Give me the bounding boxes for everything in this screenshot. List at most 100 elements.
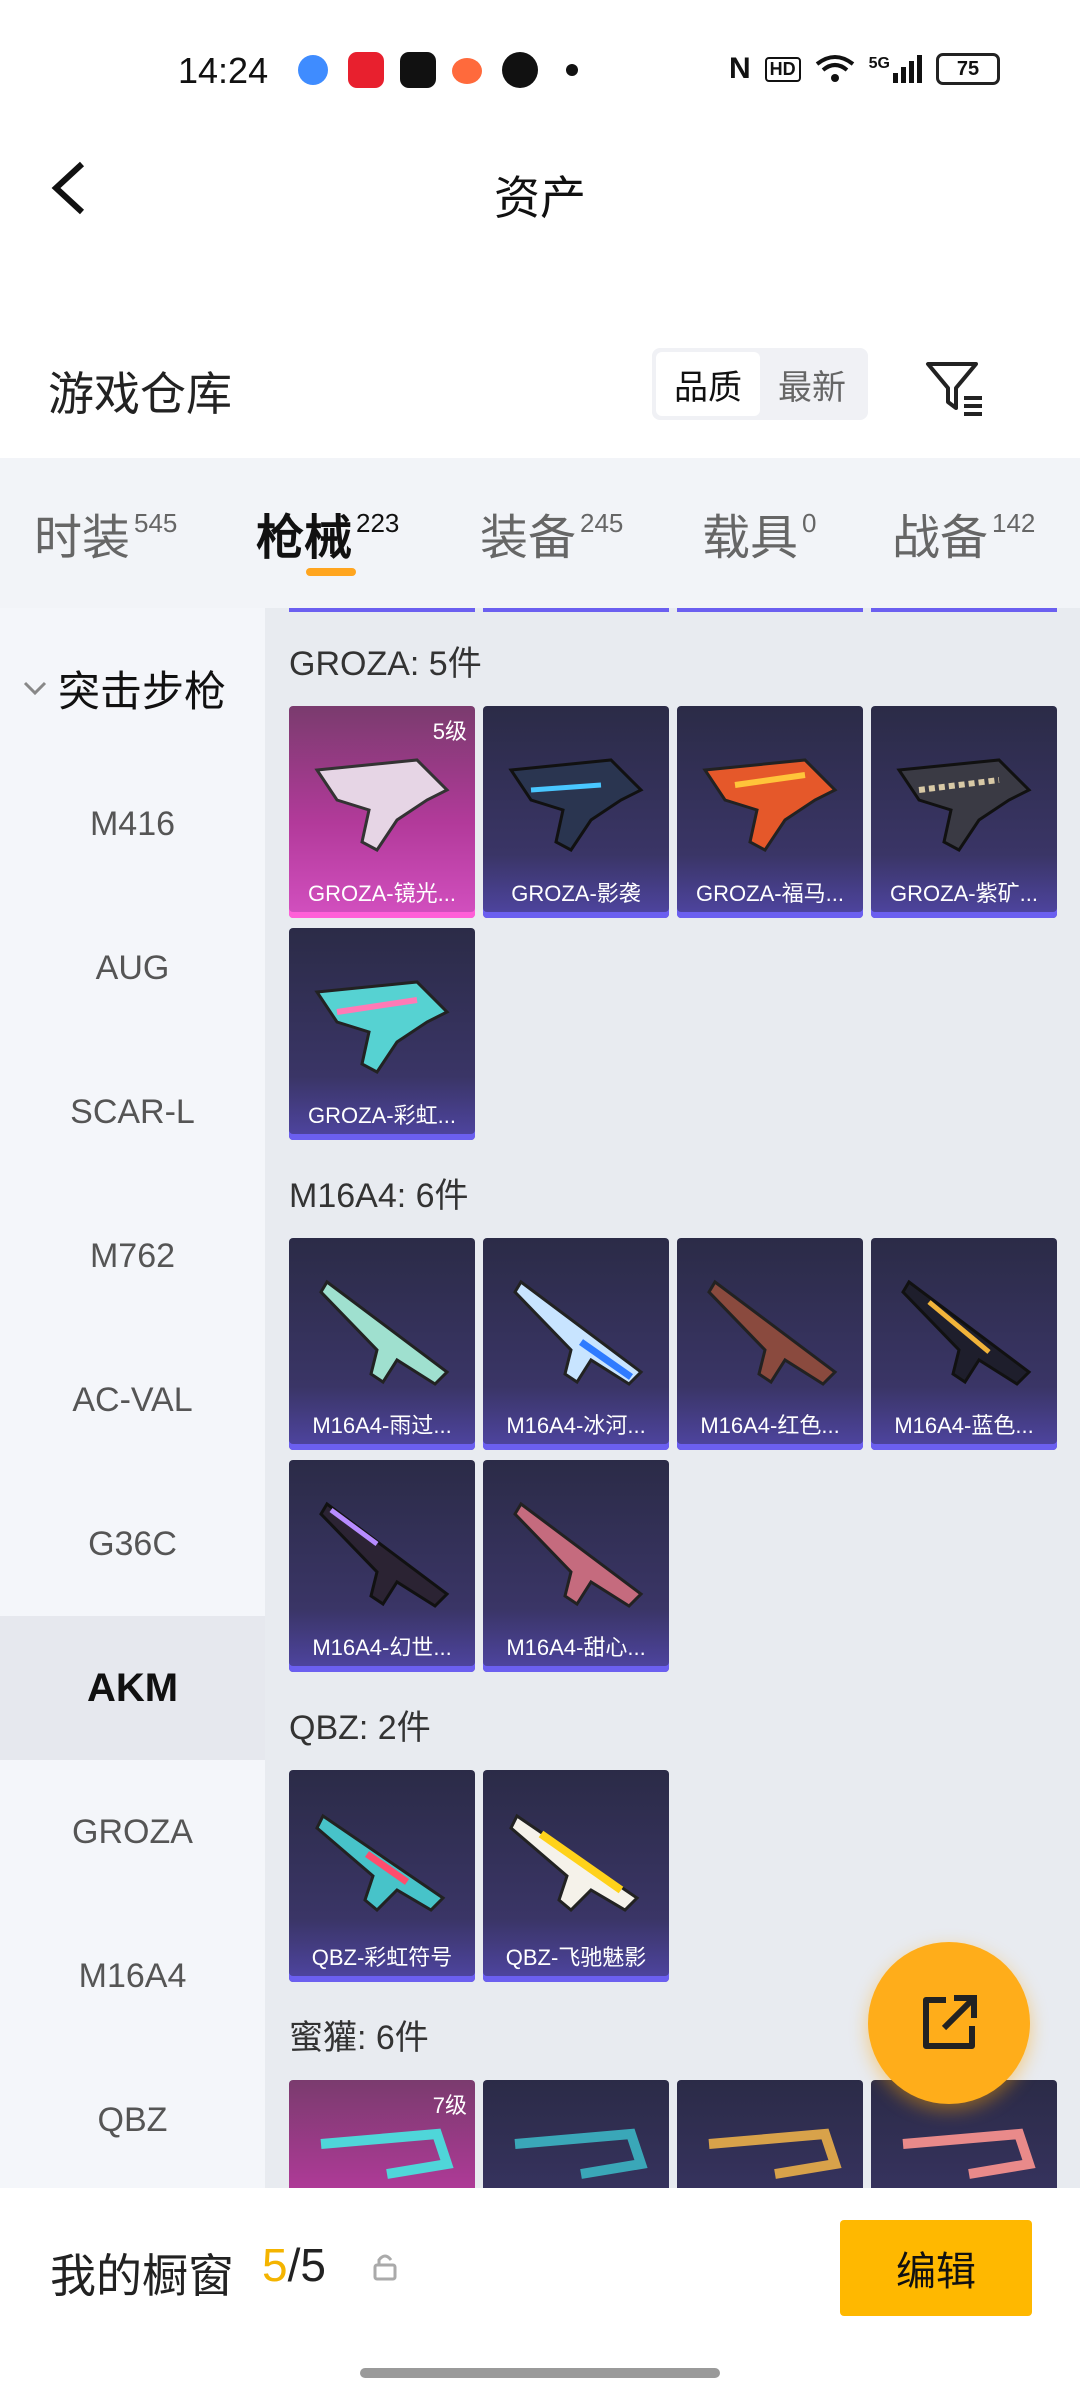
page-title: 资产 bbox=[494, 172, 586, 224]
tab-vehicles[interactable]: 载具 0 bbox=[702, 498, 816, 568]
tab-equipment[interactable]: 装备 245 bbox=[480, 498, 623, 568]
skin-label: GROZA-紫矿... bbox=[890, 881, 1038, 906]
sort-toggle: 品质 最新 bbox=[652, 348, 868, 420]
status-right: N HD 5G 75 bbox=[729, 52, 1000, 86]
filter-icon[interactable] bbox=[922, 356, 986, 420]
sidebar-item-qbz[interactable]: QBZ bbox=[0, 2048, 265, 2192]
gun-icon bbox=[509, 1813, 640, 1913]
skin-card[interactable]: M16A4-红色... bbox=[677, 1238, 863, 1450]
gun-icon bbox=[314, 980, 450, 1074]
level-badge: 5级 bbox=[432, 719, 467, 744]
group-title-groza: GROZA: 5件 bbox=[289, 645, 482, 683]
skin-card[interactable] bbox=[677, 2080, 863, 2188]
tab-supplies[interactable]: 战备 142 bbox=[892, 498, 1035, 568]
skin-label: M16A4-蓝色... bbox=[894, 1413, 1034, 1438]
gun-icon bbox=[513, 1501, 644, 1608]
gun-icon bbox=[901, 1279, 1032, 1386]
battery-icon: 75 bbox=[936, 53, 1000, 85]
sort-quality-button[interactable]: 品质 bbox=[656, 352, 760, 416]
sidebar-item-m416[interactable]: M416 bbox=[0, 752, 265, 896]
card-edge bbox=[871, 608, 1057, 612]
tab-indicator bbox=[306, 568, 356, 576]
skin-card[interactable]: M16A4-冰河... bbox=[483, 1238, 669, 1450]
hd-badge: HD bbox=[764, 56, 801, 82]
group-title-honey-badger: 蜜獾: 6件 bbox=[289, 2019, 429, 2057]
gun-icon bbox=[707, 1279, 838, 1386]
app-icon-blue bbox=[298, 55, 328, 85]
skin-card[interactable]: GROZA-紫矿... bbox=[871, 706, 1057, 918]
card-edge bbox=[483, 608, 669, 612]
gun-icon bbox=[508, 758, 644, 852]
category-tabs: 时装 545 枪械 223 装备 245 载具 0 战备 142 bbox=[0, 458, 1080, 608]
wifi-icon bbox=[815, 55, 854, 82]
sidebar-item-ac-val[interactable]: AC-VAL bbox=[0, 1328, 265, 1472]
skin-card[interactable]: GROZA-福马... bbox=[677, 706, 863, 918]
skin-card[interactable]: 7级 bbox=[289, 2080, 475, 2188]
gun-icon bbox=[319, 1501, 450, 1608]
skin-label: M16A4-幻世... bbox=[312, 1635, 452, 1660]
sidebar-item-m762[interactable]: M762 bbox=[0, 1184, 265, 1328]
skin-label: M16A4-甜心... bbox=[506, 1635, 646, 1660]
gun-icon bbox=[315, 1813, 446, 1913]
skin-card[interactable]: M16A4-雨过... bbox=[289, 1238, 475, 1450]
dot-icon bbox=[566, 64, 578, 76]
sidebar-item-akm[interactable]: AKM bbox=[0, 1616, 265, 1760]
skin-card[interactable]: 5级 GROZA-镜光... bbox=[289, 706, 475, 918]
weapon-sidebar: 突击步枪 M416 AUG SCAR-L M762 AC-VAL G36C AK… bbox=[0, 608, 265, 2188]
showcase-count: 5/5 bbox=[262, 2239, 326, 2291]
edit-button[interactable]: 编辑 bbox=[840, 2220, 1032, 2316]
share-fab[interactable] bbox=[868, 1942, 1030, 2104]
gun-icon bbox=[314, 758, 450, 852]
sidebar-item-scar-l[interactable]: SCAR-L bbox=[0, 1040, 265, 1184]
nfc-icon: N bbox=[728, 52, 751, 85]
skin-label: M16A4-雨过... bbox=[312, 1413, 452, 1438]
skin-label: QBZ-飞驰魅影 bbox=[505, 1945, 647, 1970]
gun-icon bbox=[702, 758, 838, 852]
gun-icon bbox=[514, 2128, 648, 2179]
sidebar-item-g36c[interactable]: G36C bbox=[0, 1472, 265, 1616]
showcase-label: 我的橱窗 bbox=[50, 2250, 234, 2302]
sidebar-category-assault-rifle[interactable]: 突击步枪 bbox=[0, 648, 265, 728]
gun-icon bbox=[513, 1279, 644, 1386]
skin-card[interactable]: QBZ-彩虹符号 bbox=[289, 1770, 475, 1982]
skin-card[interactable]: M16A4-甜心... bbox=[483, 1460, 669, 1672]
status-bar: 14:24 N HD 5G 75 bbox=[0, 0, 1080, 140]
skin-card[interactable]: GROZA-彩虹... bbox=[289, 928, 475, 1140]
home-indicator[interactable] bbox=[360, 2368, 720, 2378]
warehouse-header: 游戏仓库 品质 最新 bbox=[0, 330, 1080, 450]
skin-label: GROZA-福马... bbox=[696, 881, 844, 906]
sidebar-item-groza[interactable]: GROZA bbox=[0, 1760, 265, 1904]
section-title: 游戏仓库 bbox=[48, 368, 232, 420]
sort-newest-button[interactable]: 最新 bbox=[760, 352, 864, 416]
skin-label: M16A4-红色... bbox=[700, 1413, 840, 1438]
skin-card[interactable]: QBZ-飞驰魅影 bbox=[483, 1770, 669, 1982]
skin-card[interactable] bbox=[483, 2080, 669, 2188]
gun-icon bbox=[708, 2128, 842, 2179]
card-edge bbox=[677, 608, 863, 612]
page-header: 资产 bbox=[0, 140, 1080, 240]
sidebar-item-aug[interactable]: AUG bbox=[0, 896, 265, 1040]
sidebar-item-m16a4[interactable]: M16A4 bbox=[0, 1904, 265, 2048]
tiktok-icon bbox=[400, 52, 436, 88]
chevron-down-icon bbox=[23, 681, 47, 696]
group-title-m16a4: M16A4: 6件 bbox=[289, 1177, 469, 1215]
signal-icon: 5G bbox=[869, 55, 922, 83]
tab-fashion[interactable]: 时装 545 bbox=[34, 498, 177, 568]
gun-icon bbox=[319, 1279, 450, 1386]
music-app-icon bbox=[348, 52, 384, 88]
status-time: 14:24 bbox=[178, 50, 269, 91]
skin-card[interactable]: M16A4-蓝色... bbox=[871, 1238, 1057, 1450]
skin-card[interactable]: GROZA-影袭 bbox=[483, 706, 669, 918]
skin-label: M16A4-冰河... bbox=[506, 1413, 646, 1438]
skin-label: QBZ-彩虹符号 bbox=[311, 1945, 453, 1970]
skin-label: GROZA-彩虹... bbox=[308, 1103, 456, 1128]
tab-guns[interactable]: 枪械 223 bbox=[256, 498, 399, 568]
game-app-icon bbox=[452, 58, 482, 84]
skin-card[interactable]: M16A4-幻世... bbox=[289, 1460, 475, 1672]
lock-icon bbox=[373, 2254, 397, 2281]
gun-icon bbox=[896, 758, 1032, 852]
level-badge: 7级 bbox=[432, 2093, 467, 2118]
wechat-icon bbox=[502, 52, 538, 88]
group-title-qbz: QBZ: 2件 bbox=[289, 1709, 431, 1747]
skin-label: GROZA-镜光... bbox=[308, 881, 456, 906]
